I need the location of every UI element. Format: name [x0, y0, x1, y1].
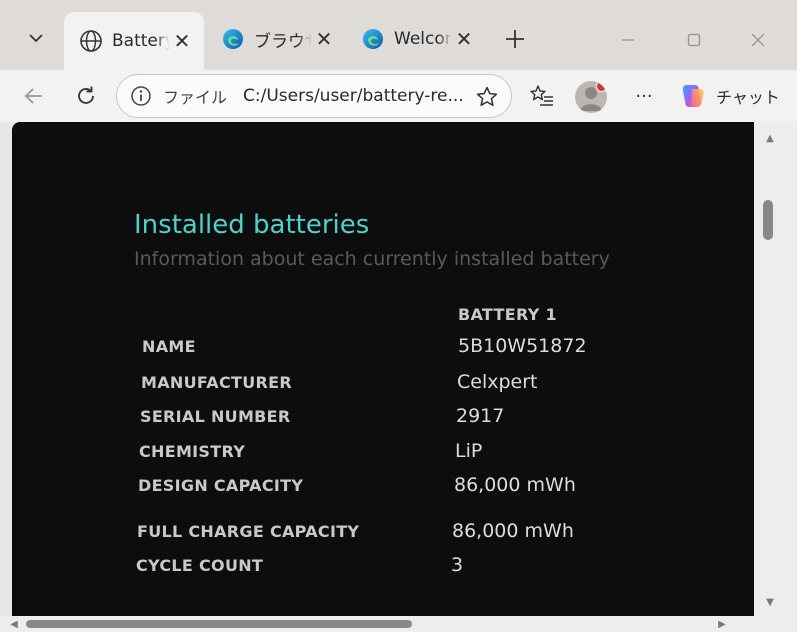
tab-welcome[interactable]: Welcome ✕	[346, 16, 486, 62]
favorites-list-icon	[530, 85, 553, 106]
row-label-name: NAME	[142, 337, 196, 356]
row-label-full-charge-capacity: FULL CHARGE CAPACITY	[137, 522, 360, 541]
close-icon[interactable]: ✕	[452, 27, 476, 51]
maximize-button[interactable]	[674, 24, 714, 56]
tab-battery[interactable]: Battery ✕	[64, 12, 204, 70]
tab-title: Battery	[112, 31, 170, 51]
back-button[interactable]	[16, 78, 52, 114]
address-bar[interactable]: ファイル C:/Users/user/battery-re...	[116, 74, 512, 118]
address-scheme: ファイル	[163, 88, 228, 107]
row-label-chemistry: CHEMISTRY	[139, 442, 246, 461]
close-window-button[interactable]	[738, 24, 778, 56]
plus-icon	[506, 30, 524, 48]
copilot-icon	[682, 85, 704, 107]
scroll-down-icon[interactable]: ▼	[764, 596, 776, 608]
favorite-button[interactable]	[472, 82, 502, 112]
row-value-full-charge-capacity: 86,000 mWh	[452, 520, 574, 542]
row-value-name: 5B10W51872	[458, 335, 587, 357]
scroll-up-icon[interactable]: ▲	[764, 132, 776, 144]
more-icon: ···	[635, 85, 653, 107]
tab-title: ブラウザー	[254, 31, 312, 52]
copilot-chat-button[interactable]: チャット	[678, 78, 780, 114]
row-value-design-capacity: 86,000 mWh	[454, 474, 576, 496]
row-label-design-capacity: DESIGN CAPACITY	[138, 476, 304, 495]
refresh-icon	[78, 86, 94, 104]
row-value-cycle-count: 3	[451, 554, 464, 576]
maximize-icon	[687, 33, 701, 47]
close-icon[interactable]: ✕	[312, 27, 336, 51]
address-url[interactable]: C:/Users/user/battery-re...	[243, 86, 464, 106]
chevron-down-icon	[29, 34, 43, 43]
browser-window: Battery ✕ ブラウザー ✕	[0, 0, 797, 632]
info-icon[interactable]	[129, 84, 153, 108]
scroll-right-icon[interactable]: ▶	[716, 618, 728, 630]
favorites-button[interactable]	[524, 78, 560, 114]
tab-browser[interactable]: ブラウザー ✕	[206, 16, 346, 62]
row-label-manufacturer: MANUFACTURER	[141, 373, 292, 392]
tab-title: Welcome	[394, 29, 452, 49]
page-subtitle: Information about each currently install…	[134, 248, 610, 270]
page-content: Installed batteries Information about ea…	[12, 122, 754, 616]
horizontal-scroll-thumb[interactable]	[26, 620, 412, 628]
globe-icon	[78, 28, 104, 54]
row-label-cycle-count: CYCLE COUNT	[136, 556, 264, 575]
refresh-button[interactable]	[68, 78, 104, 114]
minimize-icon	[622, 39, 634, 41]
edge-icon	[360, 26, 386, 52]
column-header-battery-1: BATTERY 1	[458, 305, 557, 324]
vertical-scroll-thumb[interactable]	[763, 200, 773, 240]
profile-avatar[interactable]	[575, 81, 607, 113]
notification-badge	[596, 81, 607, 92]
row-value-chemistry: LiP	[455, 440, 483, 462]
vertical-scrollbar[interactable]: ▲ ▼	[754, 122, 797, 616]
page-title: Installed batteries	[134, 210, 370, 240]
copilot-label: チャット	[716, 88, 780, 107]
row-value-manufacturer: Celxpert	[457, 371, 538, 393]
more-button[interactable]: ···	[626, 78, 662, 114]
arrow-left-icon	[24, 88, 42, 104]
tab-strip: Battery ✕ ブラウザー ✕	[0, 0, 797, 70]
new-tab-button[interactable]	[498, 22, 532, 56]
scroll-left-icon[interactable]: ◀	[8, 618, 20, 630]
row-label-serial-number: SERIAL NUMBER	[140, 407, 291, 426]
close-icon[interactable]: ✕	[170, 29, 194, 53]
horizontal-scrollbar[interactable]: ◀ ▶	[0, 616, 797, 632]
star-icon	[476, 86, 498, 107]
edge-icon	[220, 26, 246, 52]
tab-list-button[interactable]	[14, 22, 58, 54]
minimize-button[interactable]	[608, 24, 648, 56]
row-value-serial-number: 2917	[456, 405, 505, 427]
close-icon	[751, 33, 765, 47]
toolbar: ファイル C:/Users/user/battery-re... ··· チャッ…	[0, 70, 797, 122]
